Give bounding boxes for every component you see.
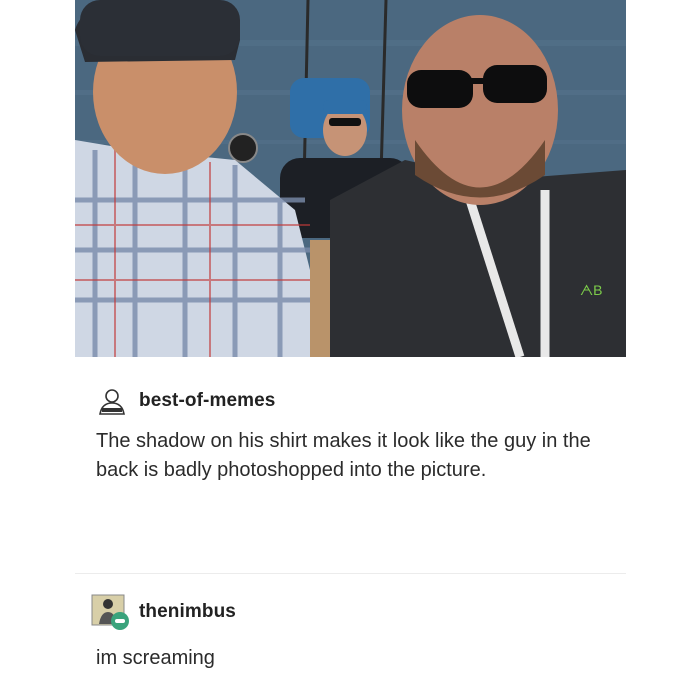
post-header: thenimbus <box>75 594 626 630</box>
username[interactable]: thenimbus <box>139 601 236 623</box>
post-text: The shadow on his shirt makes it look li… <box>96 430 591 481</box>
post-header: best-of-memes <box>75 383 626 419</box>
selfie-illustration: ᗅB <box>75 0 626 357</box>
avatar[interactable] <box>91 592 131 632</box>
user-silhouette-icon <box>99 389 125 415</box>
shirt-logo: ᗅB <box>580 282 603 298</box>
post-thenimbus: thenimbus im screaming <box>75 594 626 673</box>
profile-picture-icon <box>91 594 129 630</box>
divider <box>75 573 626 574</box>
avatar[interactable] <box>95 384 129 418</box>
post-best-of-memes: best-of-memes The shadow on his shirt ma… <box>75 383 626 485</box>
username[interactable]: best-of-memes <box>139 390 275 412</box>
post-photo: ᗅB <box>75 0 626 357</box>
post-text: im screaming <box>96 647 215 669</box>
